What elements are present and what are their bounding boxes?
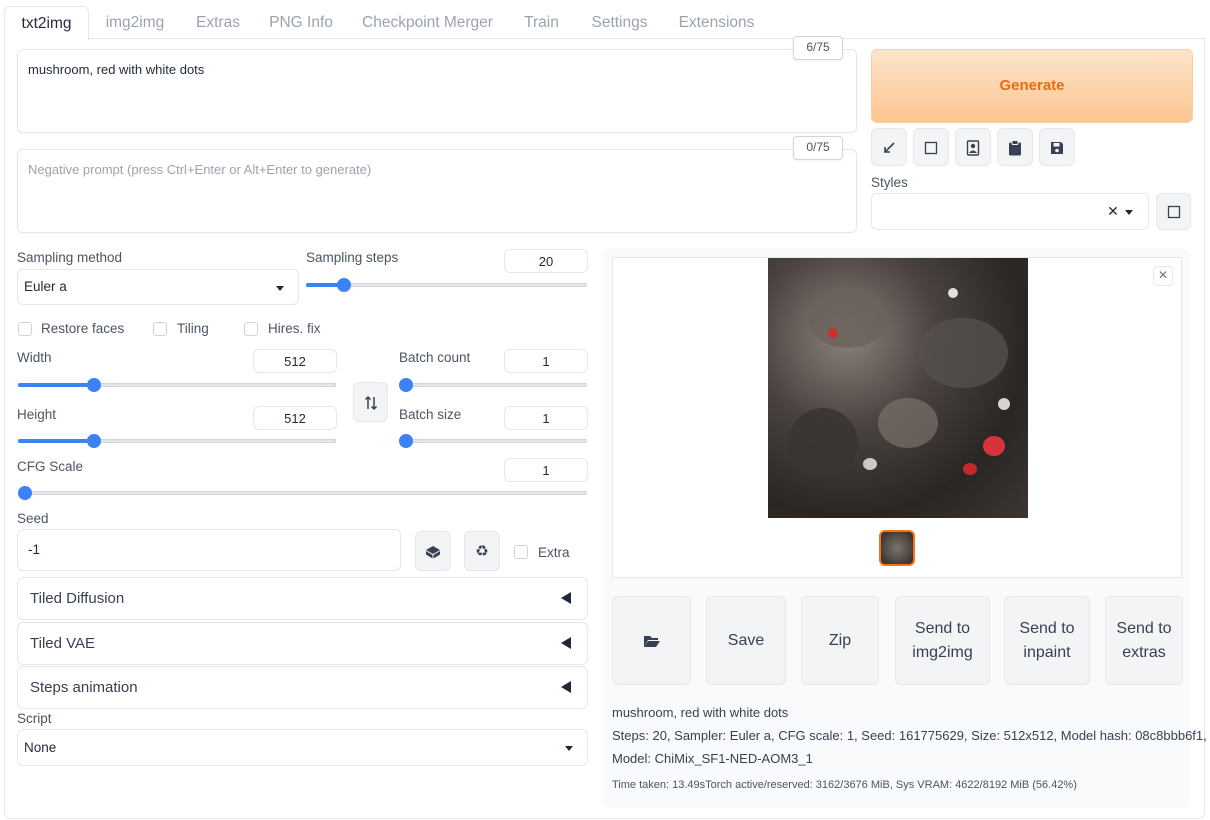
accordion-title: Tiled Diffusion <box>30 590 125 607</box>
save-icon[interactable] <box>1039 128 1075 166</box>
tab-img2img[interactable]: img2img <box>93 6 177 39</box>
script-value: None <box>24 740 57 755</box>
script-dropdown[interactable]: None <box>17 729 588 766</box>
slider-thumb[interactable] <box>18 486 32 500</box>
seed-label: Seed <box>17 511 49 526</box>
clipboard-icon[interactable] <box>997 128 1033 166</box>
restore-faces-label: Restore faces <box>41 321 125 336</box>
tab-train[interactable]: Train <box>512 6 571 39</box>
tab-extensions[interactable]: Extensions <box>668 6 765 39</box>
batch-size-input[interactable]: 1 <box>504 406 588 430</box>
collapse-arrow-icon <box>561 592 571 604</box>
slider-fill <box>18 383 95 387</box>
extra-seed-label: Extra <box>538 545 570 560</box>
close-icon[interactable]: ✕ <box>1153 266 1173 286</box>
tab-extras[interactable]: Extras <box>186 6 250 39</box>
height-input[interactable]: 512 <box>253 406 337 430</box>
styles-dropdown[interactable]: ✕ <box>871 193 1149 230</box>
swap-icon <box>364 395 377 411</box>
accordion-title: Steps animation <box>30 679 138 696</box>
time-taken-text: Time taken: 13.49sTorch active/reserved:… <box>612 779 1077 791</box>
arrow-icon[interactable] <box>871 128 907 166</box>
tab-png-info[interactable]: PNG Info <box>260 6 342 39</box>
seed-input[interactable]: -1 <box>17 529 401 571</box>
clear-icon[interactable]: ✕ <box>1104 202 1122 220</box>
negative-prompt-token-counter: 0/75 <box>793 136 843 160</box>
hires-fix-checkbox[interactable] <box>244 322 258 336</box>
width-input[interactable]: 512 <box>253 349 337 373</box>
folder-icon <box>643 635 660 647</box>
script-label: Script <box>17 711 52 726</box>
height-slider[interactable] <box>18 434 336 448</box>
tab-settings[interactable]: Settings <box>580 6 659 39</box>
model-text: Model: ChiMix_SF1-NED-AOM3_1 <box>612 751 813 766</box>
restore-faces-checkbox[interactable] <box>18 322 32 336</box>
width-slider[interactable] <box>18 378 336 392</box>
cfg-scale-input[interactable]: 1 <box>504 458 588 482</box>
accordion-steps-animation[interactable]: Steps animation <box>17 666 588 709</box>
random-seed-button[interactable] <box>415 531 451 571</box>
image-gallery: ✕ <box>612 257 1182 578</box>
tab-txt2img[interactable]: txt2img <box>4 6 89 40</box>
styles-label: Styles <box>871 175 908 190</box>
tab-checkpoint-merger[interactable]: Checkpoint Merger <box>352 6 503 39</box>
chevron-down-icon <box>276 286 284 291</box>
slider-thumb[interactable] <box>399 434 413 448</box>
trash-icon[interactable] <box>913 128 949 166</box>
height-label: Height <box>17 407 57 422</box>
prompt-textarea[interactable]: mushroom, red with white dots <box>17 49 857 133</box>
send-to-img2img-button[interactable]: Send to img2img <box>895 596 990 685</box>
open-folder-button[interactable] <box>612 596 691 685</box>
sampling-steps-input[interactable]: 20 <box>504 249 588 273</box>
accordion-title: Tiled VAE <box>30 635 96 652</box>
chevron-down-icon <box>565 746 573 751</box>
batch-count-input[interactable]: 1 <box>504 349 588 373</box>
sampling-steps-slider[interactable] <box>306 278 587 292</box>
tab-bar: txt2img img2img Extras PNG Info Checkpoi… <box>0 0 1210 40</box>
sampling-method-dropdown[interactable]: Euler a <box>17 269 299 305</box>
batch-size-slider[interactable] <box>399 434 587 448</box>
cfg-scale-label: CFG Scale <box>17 459 84 474</box>
tiling-label: Tiling <box>177 321 209 336</box>
slider-thumb[interactable] <box>399 378 413 392</box>
apply-styles-button[interactable] <box>1156 193 1191 230</box>
collapse-arrow-icon <box>561 681 571 693</box>
slider-fill <box>18 439 95 443</box>
send-to-extras-button[interactable]: Send to extras <box>1105 596 1183 685</box>
reuse-seed-button[interactable]: ♻ <box>464 531 500 571</box>
generated-image[interactable] <box>768 258 1028 518</box>
width-label: Width <box>17 350 52 365</box>
sampling-method-label: Sampling method <box>17 250 123 265</box>
cfg-scale-slider[interactable] <box>18 486 587 500</box>
accordion-tiled-diffusion[interactable]: Tiled Diffusion <box>17 577 588 620</box>
tab-divider <box>88 38 1205 39</box>
picture-icon[interactable] <box>955 128 991 166</box>
swap-dimensions-button[interactable] <box>353 382 388 422</box>
batch-count-label: Batch count <box>399 350 471 365</box>
send-to-inpaint-button[interactable]: Send to inpaint <box>1004 596 1090 685</box>
collapse-arrow-icon <box>561 637 571 649</box>
chevron-down-icon <box>1125 210 1133 215</box>
hires-fix-label: Hires. fix <box>268 321 321 336</box>
accordion-tiled-vae[interactable]: Tiled VAE <box>17 622 588 665</box>
generation-params-text: Steps: 20, Sampler: Euler a, CFG scale: … <box>612 728 1207 743</box>
extra-seed-checkbox[interactable] <box>514 545 528 559</box>
save-output-button[interactable]: Save <box>706 596 786 685</box>
recycle-icon: ♻ <box>475 543 489 560</box>
dice-icon <box>426 546 440 559</box>
batch-size-label: Batch size <box>399 407 462 422</box>
output-prompt-text: mushroom, red with white dots <box>612 705 789 720</box>
tiling-checkbox[interactable] <box>153 322 167 336</box>
sampling-steps-label: Sampling steps <box>306 250 399 265</box>
sampling-method-value: Euler a <box>24 279 67 294</box>
generate-button[interactable]: Generate <box>871 49 1193 123</box>
negative-prompt-textarea[interactable]: Negative prompt (press Ctrl+Enter or Alt… <box>17 149 857 233</box>
prompt-token-counter: 6/75 <box>793 36 843 60</box>
zip-button[interactable]: Zip <box>801 596 879 685</box>
thumbnail[interactable] <box>879 530 915 566</box>
batch-count-slider[interactable] <box>399 378 587 392</box>
